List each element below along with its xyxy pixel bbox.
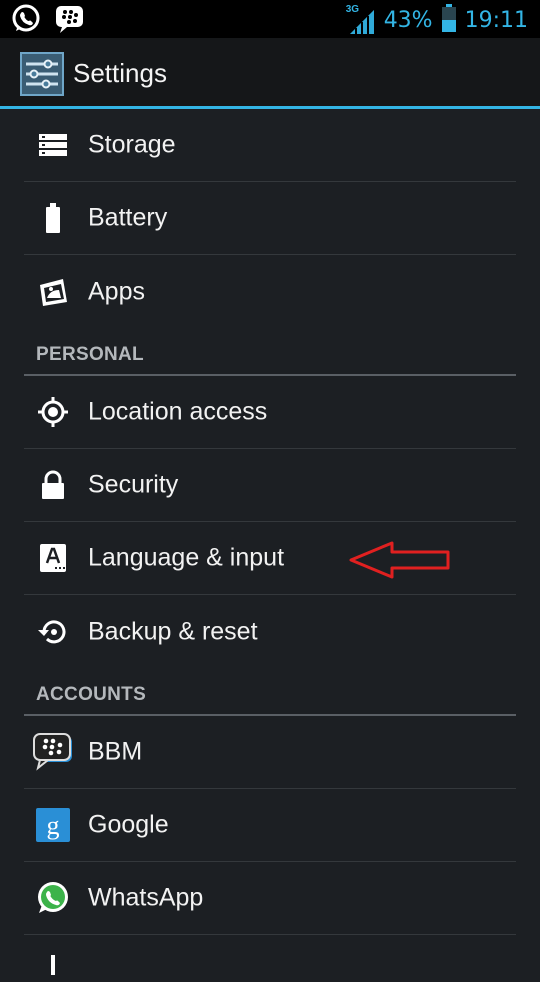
settings-item-label: Security — [88, 470, 179, 499]
page-title: Settings — [73, 58, 167, 88]
battery-percent: 43% — [383, 8, 433, 33]
red-arrow-icon — [349, 541, 450, 579]
whatsapp-icon — [36, 881, 70, 915]
settings-item-storage[interactable]: Storage — [24, 109, 516, 182]
settings-item-label: Backup & reset — [88, 617, 258, 645]
settings-item-label: Battery — [88, 203, 168, 232]
settings-item-bbm[interactable]: BBM — [24, 716, 516, 789]
section-header-personal: PERSONAL — [24, 328, 516, 376]
google-icon: g — [36, 808, 70, 842]
bbm-notification-icon — [54, 3, 86, 40]
location-icon — [36, 395, 70, 429]
settings-list: Storage Battery Apps PERSONAL Location a… — [0, 109, 540, 975]
settings-item-label: WhatsApp — [88, 883, 204, 912]
keyboard-language-icon — [36, 541, 70, 575]
signal-icon: 3G — [346, 4, 376, 36]
settings-item-label: Language & input — [88, 543, 285, 572]
battery-status-icon — [441, 4, 457, 37]
lock-icon — [36, 468, 70, 502]
settings-item-label: Storage — [88, 130, 176, 159]
section-header-label: ACCOUNTS — [36, 684, 147, 705]
clock: 19:11 — [464, 8, 528, 33]
svg-text:g: g — [47, 811, 60, 840]
action-bar: Settings — [0, 38, 540, 106]
section-header-accounts: ACCOUNTS — [24, 668, 516, 716]
settings-item-backup-reset[interactable]: Backup & reset — [24, 595, 516, 668]
settings-item-label: Location access — [88, 397, 268, 426]
backup-restore-icon — [36, 615, 70, 649]
settings-item-security[interactable]: Security — [24, 449, 516, 522]
whatsapp-notification-icon — [10, 3, 42, 40]
settings-item-partial[interactable] — [24, 935, 516, 975]
settings-item-battery[interactable]: Battery — [24, 182, 516, 255]
settings-item-label: BBM — [88, 737, 143, 766]
storage-icon — [36, 128, 70, 162]
settings-item-label: Google — [88, 810, 169, 839]
settings-item-location[interactable]: Location access — [24, 376, 516, 449]
battery-icon — [36, 201, 70, 235]
settings-item-google[interactable]: g Google — [24, 789, 516, 862]
settings-item-apps[interactable]: Apps — [24, 255, 516, 328]
settings-item-whatsapp[interactable]: WhatsApp — [24, 862, 516, 935]
apps-icon — [36, 275, 70, 309]
section-header-label: PERSONAL — [36, 344, 144, 365]
status-bar: 3G 43% 19:11 — [0, 0, 540, 38]
settings-item-label: Apps — [88, 277, 145, 305]
settings-sliders-icon[interactable] — [20, 52, 64, 96]
add-account-icon — [36, 948, 70, 982]
bbm-icon — [32, 732, 74, 772]
